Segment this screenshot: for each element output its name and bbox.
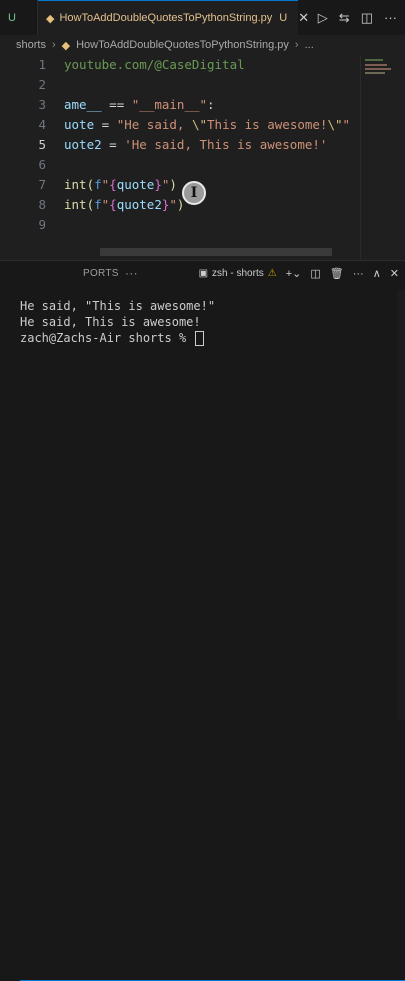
text-cursor-icon: I (182, 181, 206, 205)
code-text: int(f"{quote}") (64, 177, 177, 192)
play-icon[interactable]: ▷ (318, 10, 328, 26)
terminal-line: He said, This is awesome! (20, 315, 201, 329)
minimap-line (365, 72, 385, 74)
breadcrumb-file[interactable]: HowToAddDoubleQuotesToPythonString.py (76, 39, 289, 51)
code-line: 7 int(f"{quote}") (0, 175, 360, 195)
split-editor-icon[interactable]: ◫ (361, 10, 373, 26)
panel-actions: ▣ zsh - shorts ⚠ +⌄ ◫ 🗑 ··· ∧ ✕ (199, 261, 399, 286)
code-text: int(f"{quote2}") (64, 197, 185, 212)
split-terminal-icon[interactable]: ◫ (310, 267, 320, 280)
panel-header: TERMINAL PORTS ··· ▣ zsh - shorts ⚠ +⌄ ◫… (0, 261, 405, 981)
more-tabs-icon[interactable]: ··· (125, 261, 138, 286)
horizontal-scrollbar[interactable] (100, 248, 332, 256)
code-line: 4 uote = "He said, \"This is awesome!\"" (0, 115, 360, 135)
terminal-icon: ▣ (198, 268, 209, 279)
code-text: uote = "He said, \"This is awesome!\"" (64, 117, 351, 132)
tab-status-untracked: U (8, 11, 16, 24)
code-line: 6 (0, 155, 360, 175)
code-line-current: 5 uote2 = 'He said, This is awesome!' (0, 135, 360, 155)
terminal-line: He said, "This is awesome!" (20, 299, 216, 313)
python-file-icon: ◆ (46, 12, 55, 25)
code-text: uote2 = 'He said, This is awesome!' (64, 137, 328, 152)
code-line: 3 ame__ == "__main__": (0, 95, 360, 115)
code-line: 2 (0, 75, 360, 95)
more-icon[interactable]: ··· (353, 268, 364, 280)
editor-actions: ▷ ⇆ ◫ ··· (318, 0, 405, 35)
warning-icon: ⚠ (267, 268, 277, 279)
tab-status-untracked: U (279, 12, 288, 24)
more-icon[interactable]: ··· (384, 10, 397, 25)
line-number: 1 (38, 57, 46, 72)
chevron-right-icon: › (51, 39, 56, 51)
tab-active-file[interactable]: ◆ HowToAddDoubleQuotesToPythonString.py … (38, 0, 309, 35)
tab-file-label: HowToAddDoubleQuotesToPythonString.py (59, 12, 273, 24)
comment-text: youtube.com/@CaseDigital (64, 57, 245, 72)
code-line: 9 (0, 215, 360, 235)
compare-icon[interactable]: ⇆ (339, 10, 350, 26)
line-number: 8 (38, 197, 46, 212)
breadcrumb-folder[interactable]: shorts (16, 39, 46, 51)
close-icon[interactable]: ✕ (298, 10, 309, 26)
chevron-right-icon: › (294, 39, 299, 51)
code-line: 1 youtube.com/@CaseDigital (0, 55, 360, 75)
trash-icon[interactable]: 🗑 (330, 267, 344, 280)
terminal-output[interactable]: He said, "This is awesome!" He said, Thi… (0, 286, 405, 720)
code-text: youtube.com/@CaseDigital (64, 55, 245, 75)
minimap-line (365, 64, 387, 66)
terminal-prompt-line: zach@Zachs-Air shorts % (20, 330, 205, 346)
line-number: 3 (38, 97, 46, 112)
terminal-cursor (195, 331, 205, 346)
line-number: 7 (38, 177, 46, 192)
maximize-panel-icon[interactable]: ∧ (373, 267, 381, 280)
code-editor[interactable]: 1 youtube.com/@CaseDigital 2 3 ame__ == … (0, 55, 405, 260)
line-number: 2 (38, 77, 46, 92)
minimap-line (365, 59, 383, 61)
tab-previous-file[interactable]: U (0, 0, 38, 35)
editor-tab-bar: U ◆ HowToAddDoubleQuotesToPythonString.p… (0, 0, 405, 36)
line-number: 4 (38, 117, 46, 132)
terminal-prompt: zach@Zachs-Air shorts % (20, 331, 194, 345)
add-terminal-icon[interactable]: +⌄ (286, 267, 302, 280)
breadcrumb: shorts › ◆ HowToAddDoubleQuotesToPythonS… (0, 35, 405, 55)
terminal-selector[interactable]: ▣ zsh - shorts ⚠ (199, 268, 277, 279)
code-line: 8 int(f"{quote2}") (0, 195, 360, 215)
minimap-line (365, 68, 391, 70)
code-text: ame__ == "__main__": (64, 97, 215, 112)
python-file-icon: ◆ (61, 39, 71, 52)
terminal-name: zsh - shorts (212, 268, 264, 279)
terminal-scrollbar[interactable] (397, 290, 405, 720)
tab-ports[interactable]: PORTS (83, 261, 119, 286)
breadcrumb-more[interactable]: ... (305, 39, 314, 51)
line-number: 5 (38, 137, 46, 152)
line-number: 9 (38, 217, 46, 232)
close-icon[interactable]: ✕ (390, 267, 399, 280)
line-number: 6 (38, 157, 46, 172)
minimap[interactable] (360, 55, 405, 260)
